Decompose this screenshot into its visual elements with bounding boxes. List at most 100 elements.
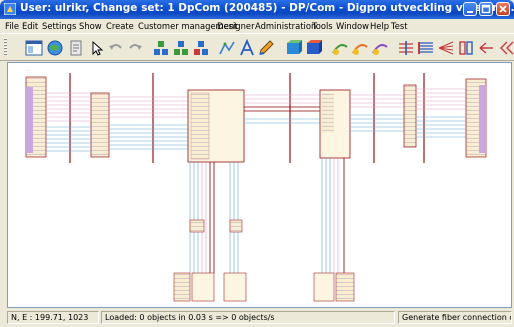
bottom-terminal-2[interactable] bbox=[191, 272, 215, 302]
window-button[interactable] bbox=[24, 38, 44, 58]
fiber-drop-lines-dark bbox=[209, 162, 215, 273]
network-green-icon bbox=[154, 41, 168, 55]
status-coordinates: N, E : 199.71, 1023 bbox=[7, 311, 99, 324]
menu-window[interactable]: Window bbox=[336, 21, 369, 31]
splice-icon bbox=[399, 41, 413, 55]
fiber-lines-left bbox=[46, 92, 91, 122]
arrow-left-icon bbox=[479, 42, 493, 54]
bottom-terminal-5[interactable] bbox=[335, 272, 355, 302]
redo-button[interactable] bbox=[125, 38, 145, 58]
right-terminal-ports bbox=[479, 85, 486, 153]
status-loaded: Loaded: 0 objects in 0.03 s => 0 objects… bbox=[101, 311, 395, 324]
fiber-lines-center-right-dark bbox=[244, 106, 320, 112]
left-terminal-ports bbox=[26, 87, 33, 153]
arrow-more-icon bbox=[500, 41, 514, 55]
draw-polyline-icon bbox=[219, 41, 235, 55]
bottom-terminal-3[interactable] bbox=[223, 272, 247, 302]
text-tool-button[interactable] bbox=[237, 38, 257, 58]
bottom-terminal-4[interactable] bbox=[313, 272, 335, 302]
cube-green-icon bbox=[287, 40, 302, 54]
pointer-icon bbox=[92, 40, 104, 56]
menu-tools[interactable]: Tools bbox=[312, 21, 333, 31]
status-bar: N, E : 199.71, 1023 Loaded: 0 objects in… bbox=[0, 309, 514, 327]
fiber-drop-lines-4 bbox=[321, 158, 331, 273]
menu-edit[interactable]: Edit bbox=[22, 21, 38, 31]
drop-splice-2[interactable] bbox=[229, 219, 243, 233]
close-icon bbox=[499, 5, 507, 13]
pencil-icon bbox=[259, 40, 274, 55]
cube-green-button[interactable] bbox=[283, 38, 303, 58]
menu-create[interactable]: Create bbox=[106, 21, 134, 31]
cube-blue-icon bbox=[307, 40, 322, 54]
diagram-label: ····· bbox=[26, 68, 31, 72]
vertical-connectors bbox=[69, 73, 425, 163]
fiber-fan-icon bbox=[438, 41, 454, 55]
fiber-orange-button[interactable] bbox=[350, 38, 370, 58]
fiber-connection-diagram[interactable]: ····· ····· bbox=[8, 63, 512, 308]
splice-button[interactable] bbox=[396, 38, 416, 58]
app-icon bbox=[4, 3, 16, 15]
menu-test[interactable]: Test bbox=[391, 21, 408, 31]
menu-show[interactable]: Show bbox=[79, 21, 102, 31]
pencil-button[interactable] bbox=[256, 38, 276, 58]
globe-button[interactable] bbox=[45, 38, 65, 58]
menu-file[interactable]: File bbox=[5, 21, 19, 31]
network-multi-button[interactable] bbox=[191, 38, 211, 58]
fiber-purple-button[interactable] bbox=[370, 38, 390, 58]
splice-box-3[interactable] bbox=[403, 84, 417, 148]
document-button[interactable] bbox=[66, 38, 86, 58]
minimize-button[interactable] bbox=[463, 2, 477, 16]
menu-bar: File Edit Settings Show Create Customer … bbox=[0, 19, 514, 33]
fiber-lines-center-right-blue bbox=[244, 118, 320, 124]
toolbar bbox=[0, 33, 514, 61]
menu-settings[interactable]: Settings bbox=[42, 21, 76, 31]
menu-administration[interactable]: Administration bbox=[255, 21, 316, 31]
fiber-drop-lines-5 bbox=[333, 158, 339, 273]
connector-icon bbox=[459, 41, 473, 55]
fiber-lines-left-blue bbox=[46, 126, 91, 152]
connector-button[interactable] bbox=[456, 38, 476, 58]
splice-box-1[interactable] bbox=[90, 92, 110, 158]
globe-icon bbox=[47, 40, 63, 56]
network-blue-button[interactable] bbox=[171, 38, 191, 58]
draw-polyline-button[interactable] bbox=[217, 38, 237, 58]
cable-bundle-icon bbox=[418, 42, 433, 54]
select-pointer-button[interactable] bbox=[86, 38, 106, 58]
central-closure-ports bbox=[190, 92, 210, 160]
window-title: User: ulrikr, Change set: 1 DpCom (20048… bbox=[20, 2, 514, 14]
diagram-canvas[interactable]: ····· ····· bbox=[7, 62, 512, 308]
cube-blue-button[interactable] bbox=[303, 38, 323, 58]
drop-splice-1[interactable] bbox=[189, 219, 205, 233]
maximize-button[interactable] bbox=[479, 2, 493, 16]
menu-designer[interactable]: Designer bbox=[217, 21, 255, 31]
redo-icon bbox=[129, 44, 142, 50]
undo-icon bbox=[109, 44, 122, 50]
fiber-drop-lines-1 bbox=[189, 162, 199, 273]
close-button[interactable] bbox=[496, 2, 510, 16]
fiber-lines-mid bbox=[109, 96, 188, 118]
window-icon bbox=[25, 40, 43, 56]
undo-button[interactable] bbox=[106, 38, 126, 58]
arrow-left-button[interactable] bbox=[476, 38, 496, 58]
network-green-button[interactable] bbox=[151, 38, 171, 58]
maximize-icon bbox=[481, 4, 491, 14]
fiber-drop-lines-3 bbox=[229, 162, 239, 273]
bottom-terminal-1[interactable] bbox=[173, 272, 191, 302]
more-tools-button[interactable] bbox=[496, 38, 514, 58]
diagram-label: ····· bbox=[460, 72, 465, 76]
fiber-orange-icon bbox=[352, 44, 368, 55]
text-a-icon bbox=[240, 39, 254, 56]
fiber-fan-button[interactable] bbox=[436, 38, 456, 58]
network-blue-icon bbox=[174, 41, 188, 55]
minimize-icon bbox=[467, 11, 473, 13]
title-bar[interactable]: User: ulrikr, Change set: 1 DpCom (20048… bbox=[0, 0, 514, 19]
cable-bundle-button[interactable] bbox=[416, 38, 436, 58]
status-action: Generate fiber connection diagram bbox=[398, 311, 512, 324]
fiber-green-button[interactable] bbox=[330, 38, 350, 58]
fiber-lines-right bbox=[350, 94, 404, 108]
menu-help[interactable]: Help bbox=[370, 21, 389, 31]
fiber-green-icon bbox=[332, 44, 348, 55]
fiber-purple-icon bbox=[372, 44, 388, 55]
toolbar-grip[interactable] bbox=[4, 38, 7, 56]
fiber-lines-center-right bbox=[244, 94, 320, 104]
